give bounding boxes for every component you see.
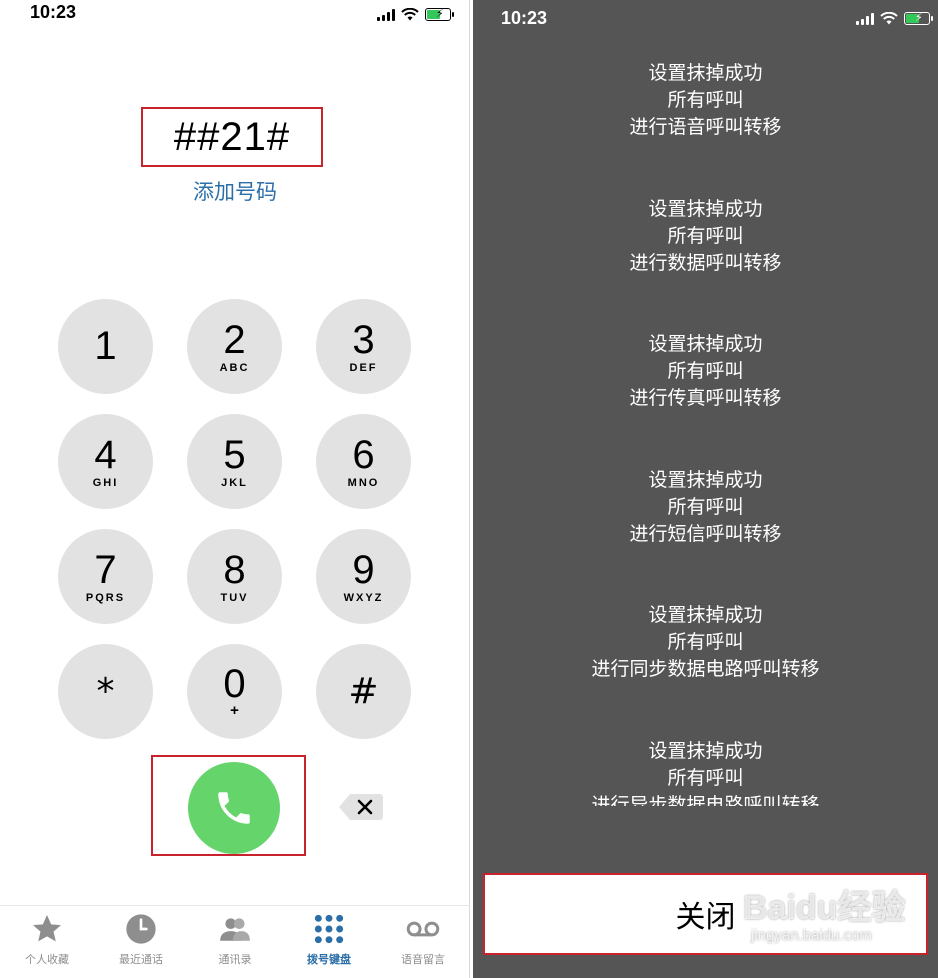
key-star[interactable]: *	[58, 644, 153, 739]
key-digit: 6	[352, 432, 375, 477]
delete-button[interactable]	[338, 792, 384, 822]
call-button[interactable]	[188, 762, 280, 854]
key-digit: 8	[223, 547, 246, 592]
key-letters: PQRS	[85, 591, 126, 604]
message-line: 设置抹掉成功	[648, 469, 763, 491]
status-bar: 10:23 ⚡	[473, 2, 938, 28]
result-message: 设置抹掉成功 所有呼叫 进行数据呼叫转移	[473, 196, 938, 277]
key-digit: #	[348, 670, 379, 712]
message-line: 设置抹掉成功	[648, 740, 763, 762]
watermark-url: jingyan.baidu.com	[751, 927, 872, 944]
key-0[interactable]: 0 +	[187, 644, 282, 739]
message-line: 进行语音呼叫转移	[629, 116, 782, 138]
key-letters: +	[230, 702, 239, 719]
tab-voicemail[interactable]: 语音留言	[376, 906, 470, 978]
message-line: 设置抹掉成功	[648, 604, 763, 626]
result-message: 设置抹掉成功 所有呼叫 进行同步数据电路呼叫转移	[473, 602, 938, 683]
tab-label: 最近通话	[119, 953, 163, 966]
tab-contacts[interactable]: 通讯录	[188, 906, 282, 978]
tab-label: 拨号键盘	[307, 953, 351, 966]
dialed-number: ##21#	[173, 114, 291, 159]
message-line: 所有呼叫	[667, 631, 744, 653]
contacts-icon	[218, 912, 252, 946]
key-6[interactable]: 6 MNO	[316, 414, 411, 509]
message-line: 进行数据呼叫转移	[629, 252, 782, 274]
key-letters: ABC	[219, 361, 250, 374]
result-screen: 10:23 ⚡ 设置抹掉成功 所有呼叫 进行语音呼叫转移 设置抹掉成功 所有呼叫…	[473, 0, 938, 978]
message-line: 设置抹掉成功	[648, 62, 763, 84]
message-line: 进行传真呼叫转移	[629, 387, 782, 409]
key-digit: 5	[223, 432, 246, 477]
key-digit: *	[96, 670, 115, 712]
key-letters: DEF	[349, 361, 378, 374]
result-message: 设置抹掉成功 所有呼叫 进行异步数据电路呼叫转移	[473, 738, 938, 806]
tab-label: 语音留言	[401, 953, 445, 966]
status-time: 10:23	[501, 8, 548, 28]
key-digit: 0	[223, 662, 246, 706]
key-digit: 4	[94, 432, 117, 477]
message-line: 所有呼叫	[667, 767, 744, 789]
result-message: 设置抹掉成功 所有呼叫 进行传真呼叫转移	[473, 331, 938, 412]
key-9[interactable]: 9 WXYZ	[316, 529, 411, 624]
tab-favorites[interactable]: 个人收藏	[0, 906, 94, 978]
message-line: 所有呼叫	[667, 225, 744, 247]
result-message: 设置抹掉成功 所有呼叫 进行短信呼叫转移	[473, 467, 938, 548]
result-messages: 设置抹掉成功 所有呼叫 进行语音呼叫转移 设置抹掉成功 所有呼叫 进行数据呼叫转…	[473, 60, 938, 806]
watermark-logo: Baidu经验	[743, 889, 906, 927]
cellular-signal-icon	[377, 8, 395, 21]
key-digit: 3	[352, 317, 375, 362]
key-letters: GHI	[92, 476, 119, 489]
key-digit: 1	[94, 323, 117, 368]
tab-keypad[interactable]: 拨号键盘	[282, 906, 376, 978]
backspace-icon	[339, 794, 383, 820]
status-icons: ⚡	[377, 7, 454, 21]
message-line: 设置抹掉成功	[648, 198, 763, 220]
add-number-link[interactable]: 添加号码	[0, 176, 470, 206]
message-line: 所有呼叫	[667, 360, 744, 382]
clock-icon	[124, 912, 158, 946]
message-line: 所有呼叫	[667, 496, 744, 518]
phone-icon	[218, 792, 250, 824]
message-line: 所有呼叫	[667, 89, 744, 111]
key-letters: WXYZ	[343, 591, 384, 604]
dialer-screen: 10:23 ⚡ ##21# 添加号码 1 2 ABC 3 DEF 4 GHI 5…	[0, 0, 470, 978]
key-8[interactable]: 8 TUV	[187, 529, 282, 624]
message-line: 设置抹掉成功	[648, 333, 763, 355]
baidu-watermark: Baidu经验 jingyan.baidu.com	[743, 880, 905, 944]
key-2[interactable]: 2 ABC	[187, 299, 282, 394]
battery-icon: ⚡	[904, 11, 933, 25]
wifi-icon	[401, 8, 419, 21]
key-7[interactable]: 7 PQRS	[58, 529, 153, 624]
voicemail-icon	[406, 912, 440, 946]
key-letters: MNO	[347, 476, 380, 489]
tab-bar: 个人收藏 最近通话 通讯录 拨号键盘 语音留言	[0, 905, 470, 978]
result-message: 设置抹掉成功 所有呼叫 进行语音呼叫转移	[473, 60, 938, 141]
key-letters: JKL	[221, 476, 248, 489]
message-line: 进行短信呼叫转移	[629, 523, 782, 545]
key-5[interactable]: 5 JKL	[187, 414, 282, 509]
wifi-icon	[880, 12, 898, 25]
key-1[interactable]: 1	[58, 299, 153, 394]
tab-recents[interactable]: 最近通话	[94, 906, 188, 978]
battery-icon: ⚡	[425, 7, 454, 21]
status-icons: ⚡	[856, 11, 933, 25]
status-bar: 10:23 ⚡	[0, 2, 469, 28]
dialed-number-highlight: ##21#	[141, 107, 323, 167]
star-icon	[30, 912, 64, 946]
message-line: 进行同步数据电路呼叫转移	[591, 658, 820, 680]
key-3[interactable]: 3 DEF	[316, 299, 411, 394]
cellular-signal-icon	[856, 12, 874, 25]
tab-label: 通讯录	[218, 953, 252, 966]
key-digit: 2	[223, 317, 246, 362]
key-hash[interactable]: #	[316, 644, 411, 739]
status-time: 10:23	[30, 2, 77, 22]
key-digit: 9	[352, 547, 375, 592]
key-letters: TUV	[220, 591, 249, 604]
tab-label: 个人收藏	[25, 953, 69, 966]
keypad-icon	[312, 912, 346, 946]
message-line: 进行异步数据电路呼叫转移	[591, 794, 820, 806]
key-digit: 7	[94, 547, 117, 592]
key-4[interactable]: 4 GHI	[58, 414, 153, 509]
